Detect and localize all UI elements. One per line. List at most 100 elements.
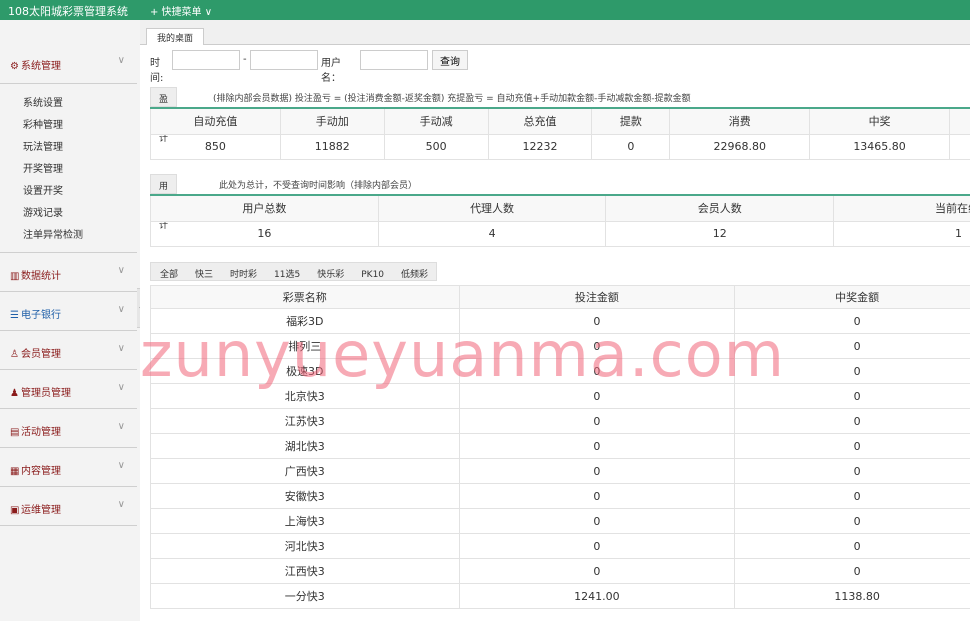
table-row: 安徽快3 0 0 [150, 483, 970, 509]
profit-header: 中奖 [809, 107, 950, 135]
chevron-down-icon: ∨ [117, 265, 125, 276]
bet-amount-cell: 0 [458, 308, 736, 334]
table-row: 北京快3 0 0 [150, 383, 970, 409]
app-title: 108太阳城彩票管理系统 [8, 5, 128, 18]
profit-cell: 850 [150, 133, 281, 160]
tab-ssc[interactable]: 时时彩 [221, 263, 265, 282]
user-cell: 1 [833, 220, 970, 247]
server-icon: ▣ [10, 505, 20, 516]
tab-all[interactable]: 全部 [151, 263, 186, 282]
sidebar-group-members[interactable]: ♙ 会员管理 ∨ [0, 331, 137, 370]
lottery-name-cell: 广西快3 [150, 458, 460, 484]
bet-amount-cell: 1241.00 [458, 583, 736, 609]
sidebar-item-system-settings[interactable]: 系统设置 [0, 90, 137, 112]
user-stats-note: 此处为总计，不受查询时间影响（排除内部会员） [219, 181, 418, 191]
sidebar-item-draw-manage[interactable]: 开奖管理 [0, 156, 137, 178]
table-row: 福彩3D 0 0 [150, 308, 970, 334]
table-row: 一分快3 1241.00 1138.80 [150, 583, 970, 609]
lottery-table: 彩票名称 投注金额 中奖金额 福彩3D 0 0 排列三 0 0 极速3D 0 0 北京快3 0 0 江苏… [150, 285, 970, 609]
username-input[interactable] [360, 50, 428, 70]
win-amount-cell: 0 [734, 558, 970, 584]
username-label: 用户名： [321, 58, 341, 84]
user-header: 会员人数 [605, 194, 835, 222]
user-header: 用户总数 [150, 194, 379, 222]
win-amount-cell: 0 [734, 533, 970, 559]
sidebar-group-activity[interactable]: ▤ 活动管理 ∨ [0, 409, 137, 448]
user-cell: 16 [150, 220, 379, 247]
win-amount-cell: 0 [734, 308, 970, 334]
lottery-header-win: 中奖金额 [734, 285, 970, 309]
chevron-down-icon: ∨ [117, 499, 125, 510]
bet-amount-cell: 0 [458, 408, 736, 434]
profit-header-empty [948, 107, 970, 135]
bet-amount-cell: 0 [458, 458, 736, 484]
sidebar-group-content[interactable]: ▦ 内容管理 ∨ [0, 448, 137, 487]
tab-my-desktop[interactable]: 我的桌面 [146, 28, 205, 45]
user-cell: 12 [605, 220, 835, 247]
tab-11x5[interactable]: 11选5 [265, 263, 308, 282]
sidebar-submenu-system: 系统设置 彩种管理 玩法管理 开奖管理 设置开奖 游戏记录 注单异常检测 [0, 84, 137, 253]
profit-cell-empty [948, 133, 970, 160]
sidebar-group-ebank[interactable]: ☰ 电子银行 ∨ [0, 292, 137, 331]
sidebar: ⚙ 系统管理 ∨ 系统设置 彩种管理 玩法管理 开奖管理 设置开奖 游戏记录 注单… [0, 20, 137, 621]
table-row: 极速3D 0 0 [150, 358, 970, 384]
tab-pk10[interactable]: PK10 [352, 266, 392, 285]
document-icon: ▦ [10, 466, 20, 477]
win-amount-cell: 0 [734, 408, 970, 434]
range-dash: - [243, 54, 247, 65]
lottery-name-cell: 北京快3 [150, 383, 460, 409]
tab-klc[interactable]: 快乐彩 [308, 263, 352, 282]
profit-stats-label: 盈亏统计 [150, 87, 178, 144]
bet-amount-cell: 0 [458, 358, 736, 384]
quick-menu-button[interactable]: + 快捷菜单 ∨ [150, 3, 212, 18]
lottery-name-cell: 江苏快3 [150, 408, 460, 434]
end-time-input[interactable] [250, 50, 318, 70]
profit-note: (排除内部会员数据) 投注盈亏 = (投注消费金额-返奖金额) 充提盈亏 = 自… [213, 94, 691, 104]
table-row: 上海快3 0 0 [150, 508, 970, 534]
lottery-name-cell: 河北快3 [150, 533, 460, 559]
tab-k3[interactable]: 快三 [186, 263, 221, 282]
lottery-name-cell: 极速3D [150, 358, 460, 384]
win-amount-cell: 1138.80 [734, 583, 970, 609]
profit-cell: 500 [383, 133, 489, 160]
chevron-down-icon: ∨ [117, 304, 125, 315]
sidebar-group-ops[interactable]: ▣ 运维管理 ∨ [0, 487, 137, 526]
user-stats-table: 用户总数 代理人数 会员人数 当前在线 16 4 12 1 [150, 194, 970, 247]
sidebar-group-stats[interactable]: ▥ 数据统计 ∨ [0, 253, 137, 292]
sidebar-group-admins[interactable]: ♟ 管理员管理 ∨ [0, 370, 137, 409]
table-row: 江苏快3 0 0 [150, 408, 970, 434]
sidebar-item-game-records[interactable]: 游戏记录 [0, 200, 137, 222]
user-header: 当前在线 [833, 194, 970, 222]
chevron-down-icon: ∨ [117, 460, 125, 471]
start-time-input[interactable] [172, 50, 240, 70]
sidebar-item-play-manage[interactable]: 玩法管理 [0, 134, 137, 156]
profit-header: 自动充值 [150, 107, 281, 135]
sidebar-item-bet-anomaly[interactable]: 注单异常检测 [0, 222, 137, 244]
profit-header: 消费 [669, 107, 811, 135]
sidebar-item-lottery-manage[interactable]: 彩种管理 [0, 112, 137, 134]
top-bar: 108太阳城彩票管理系统 + 快捷菜单 ∨ [0, 0, 970, 20]
profit-cell: 22968.80 [669, 133, 811, 160]
lottery-name-cell: 一分快3 [150, 583, 460, 609]
table-row: 河北快3 0 0 [150, 533, 970, 559]
bet-amount-cell: 0 [458, 508, 736, 534]
query-button[interactable]: 查询 [432, 50, 468, 70]
win-amount-cell: 0 [734, 483, 970, 509]
sidebar-item-draw-settings[interactable]: 设置开奖 [0, 178, 137, 200]
main-panel: 我的桌面 时间: - 用户名： 查询 盈亏统计 (排除内部会员数据) 投注盈亏 … [140, 20, 970, 621]
bet-amount-cell: 0 [458, 383, 736, 409]
win-amount-cell: 0 [734, 508, 970, 534]
bet-amount-cell: 0 [458, 433, 736, 459]
profit-cell: 13465.80 [809, 133, 950, 160]
profit-header: 提款 [591, 107, 671, 135]
user-cell: 4 [377, 220, 607, 247]
bet-amount-cell: 0 [458, 333, 736, 359]
gift-icon: ▤ [10, 427, 20, 438]
lottery-name-cell: 湖北快3 [150, 433, 460, 459]
profit-cell: 12232 [487, 133, 593, 160]
tab-bar: 我的桌面 [140, 20, 970, 45]
time-label: 时间: [150, 58, 164, 84]
tab-dpc[interactable]: 低频彩 [392, 263, 436, 282]
lottery-name-cell: 江西快3 [150, 558, 460, 584]
sidebar-group-system[interactable]: ⚙ 系统管理 ∨ [0, 20, 137, 84]
